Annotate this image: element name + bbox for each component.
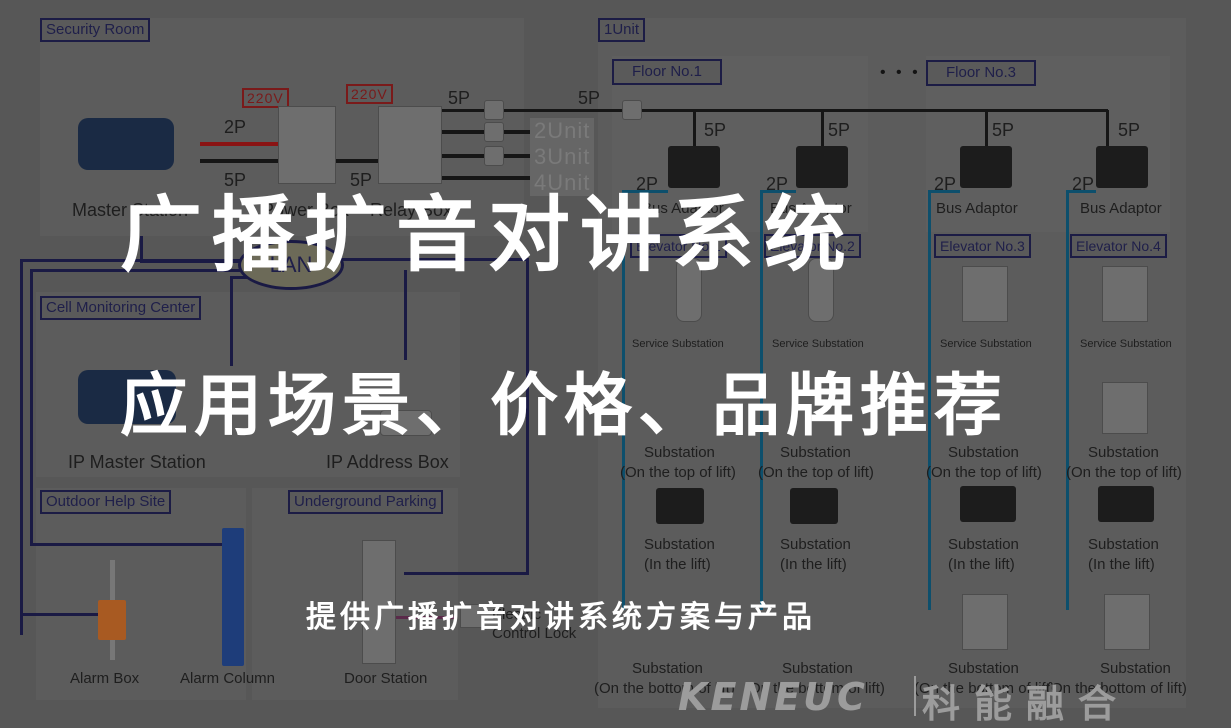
relay-wire-5p xyxy=(336,159,380,163)
ip-address-box-label: IP Address Box xyxy=(326,452,449,472)
bus-wire-5p-3: 5P xyxy=(992,120,1015,140)
bus-drop-1 xyxy=(693,110,696,150)
bus-wire-5p-1: 5P xyxy=(704,120,727,140)
voltage-label-2: 220V xyxy=(346,84,393,104)
trunk-wire xyxy=(440,109,1108,112)
bus-adaptor-3 xyxy=(960,146,1012,188)
outdoor-panel xyxy=(36,488,246,700)
unit1-tag: 1Unit xyxy=(598,18,646,42)
alarm-box-device xyxy=(98,600,126,640)
col1-service-label: Service Substation xyxy=(632,338,724,350)
outdoor-help-tag: Outdoor Help Site xyxy=(40,490,172,514)
col4-bottom-device xyxy=(1104,594,1150,650)
alarm-box-label: Alarm Box xyxy=(70,670,140,687)
security-room-tag: Security Room xyxy=(40,18,151,42)
overlay-tagline: 提供广播扩音对讲系统方案与产品 xyxy=(306,600,816,635)
ip-master-station-label: IP Master Station xyxy=(68,452,206,472)
floor3-tag: Floor No.3 xyxy=(926,60,1037,86)
col4-top-sub: (On the top of lift) xyxy=(1066,464,1182,481)
bus-adaptor-label-4: Bus Adaptor xyxy=(1080,200,1162,217)
col3-inside-title: Substation xyxy=(948,536,1019,553)
outer-loop-left xyxy=(20,259,23,635)
col1-top-sub: (On the top of lift) xyxy=(620,464,736,481)
overlay-title: 广播扩音对讲系统 xyxy=(120,188,857,283)
bus-adaptor-label-3: Bus Adaptor xyxy=(936,200,1018,217)
col2-service-label: Service Substation xyxy=(772,338,864,350)
alarm-column-label: Alarm Column xyxy=(180,670,276,687)
bus-drop-2 xyxy=(821,110,824,150)
floor1-tag: Floor No.1 xyxy=(612,59,723,85)
col4-service-device xyxy=(1102,266,1148,322)
riser-top-4 xyxy=(1066,190,1096,193)
col4-service-label: Service Substation xyxy=(1080,338,1172,350)
underground-parking-tag: Underground Parking xyxy=(288,490,443,514)
parking-link xyxy=(404,572,529,575)
connector-2 xyxy=(484,122,504,142)
bus-wire-5p-4: 5P xyxy=(1118,120,1141,140)
connector-floor xyxy=(622,100,642,120)
door-station-label: Door Station xyxy=(344,670,428,687)
col4-inside-title: Substation xyxy=(1088,536,1159,553)
col2-inside-device xyxy=(790,488,838,524)
bus-wire-5p-2: 5P xyxy=(828,120,851,140)
col3-service-device xyxy=(962,266,1008,322)
col3-bottom-device xyxy=(962,594,1008,650)
elevator3-tag: Elevator No.3 xyxy=(934,234,1031,258)
brand-logo-latin: KENEUC xyxy=(678,675,868,719)
brand-divider xyxy=(914,676,916,716)
col2-inside-title: Substation xyxy=(780,536,851,553)
connector-3 xyxy=(484,146,504,166)
overlay-subtitle: 应用场景、价格、品牌推荐 xyxy=(120,367,1009,446)
bus-drop-4 xyxy=(1106,110,1109,150)
riser-top-3 xyxy=(928,190,960,193)
cell-monitoring-tag: Cell Monitoring Center xyxy=(40,296,202,320)
col4-top-device xyxy=(1102,382,1148,434)
wire-label-2p: 2P xyxy=(224,117,247,137)
elevator4-tag: Elevator No.4 xyxy=(1070,234,1167,258)
col1-inside-device xyxy=(656,488,704,524)
col4-inside-device xyxy=(1098,486,1154,522)
col1-inside-sub: (In the lift) xyxy=(644,556,711,573)
alarm-column-device xyxy=(222,528,244,666)
voltage-label-1: 220V xyxy=(242,88,289,108)
floor-ellipsis: • • • xyxy=(880,64,921,81)
signal-wire-5p xyxy=(200,159,280,163)
connector-1 xyxy=(484,100,504,120)
col3-inside-device xyxy=(960,486,1016,522)
diagram-canvas: Security Room 1Unit Floor No.1 • • • Flo… xyxy=(0,0,1231,726)
brand-logo-chinese: 科能融合 xyxy=(922,682,1131,726)
col2-inside-sub: (In the lift) xyxy=(780,556,847,573)
bus-drop-3 xyxy=(985,110,988,150)
col2-top-sub: (On the top of lift) xyxy=(758,464,874,481)
outer-loop-bottom xyxy=(20,613,106,616)
inner-loop-bottom xyxy=(30,543,234,546)
wire-label-5p-c: 5P xyxy=(448,88,471,108)
unit-2-label: 2Unit xyxy=(530,118,595,144)
col3-service-label: Service Substation xyxy=(940,338,1032,350)
inner-loop-left xyxy=(30,269,33,545)
master-station-device xyxy=(78,118,174,170)
col3-top-sub: (On the top of lift) xyxy=(926,464,1042,481)
col3-inside-sub: (In the lift) xyxy=(948,556,1015,573)
wire-label-5p-d: 5P xyxy=(578,88,601,108)
unit-3-label: 3Unit xyxy=(530,144,595,170)
riser-4 xyxy=(1066,190,1069,610)
col4-inside-sub: (In the lift) xyxy=(1088,556,1155,573)
col1-inside-title: Substation xyxy=(644,536,715,553)
bus-adaptor-4 xyxy=(1096,146,1148,188)
power-wire-2p xyxy=(200,142,280,146)
col4-top-title: Substation xyxy=(1088,444,1159,461)
